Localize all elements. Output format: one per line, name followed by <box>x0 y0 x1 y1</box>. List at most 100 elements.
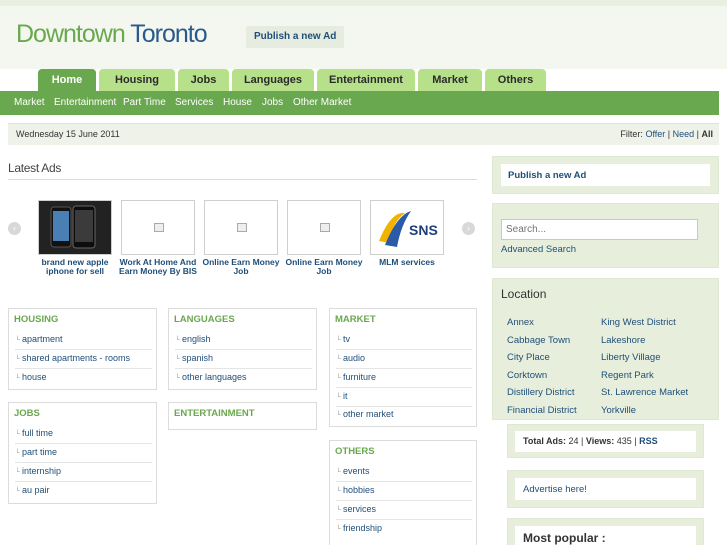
ad-thumbnail-placeholder[interactable] <box>287 200 361 255</box>
filter-need-link[interactable]: Need <box>673 129 695 139</box>
category-link[interactable]: └ part time <box>15 447 57 457</box>
bullet-icon: └ <box>336 356 341 363</box>
image-placeholder-icon <box>320 223 330 232</box>
sidebar-popular-box: Most popular : <box>507 518 704 545</box>
filter-offer-link[interactable]: Offer <box>645 129 665 139</box>
carousel-next-icon[interactable]: › <box>462 222 475 235</box>
location-link[interactable]: City Place <box>507 352 550 363</box>
phone-photo-icon <box>39 201 111 254</box>
search-input[interactable] <box>501 219 698 240</box>
site-stats: Total Ads: 24 | Views: 435 | RSS <box>523 436 658 446</box>
sidebar-advertise-box: Advertise here! <box>507 470 704 508</box>
category-link[interactable]: └ internship <box>15 466 61 476</box>
ad-thumbnail-iphone[interactable] <box>38 200 112 255</box>
category-title-jobs[interactable]: JOBS <box>14 408 40 419</box>
subnav-jobs[interactable]: Jobs <box>262 97 283 108</box>
category-title-market[interactable]: MARKET <box>335 314 376 325</box>
bullet-icon: └ <box>15 488 20 495</box>
category-link[interactable]: └ hobbies <box>336 485 375 495</box>
ad-thumbnail-placeholder[interactable] <box>121 200 195 255</box>
location-link[interactable]: Financial District <box>507 405 577 416</box>
subnav-market[interactable]: Market <box>14 97 45 108</box>
divider <box>15 462 152 463</box>
category-link[interactable]: └ other market <box>336 409 394 419</box>
category-link[interactable]: └ it <box>336 391 347 401</box>
category-link[interactable]: └ spanish <box>175 353 213 363</box>
tab-others[interactable]: Others <box>485 69 546 91</box>
location-link[interactable]: King West District <box>601 317 676 328</box>
divider <box>175 349 312 350</box>
bullet-icon: └ <box>175 375 180 382</box>
tab-home[interactable]: Home <box>38 69 96 91</box>
tab-market[interactable]: Market <box>418 69 482 91</box>
sub-navigation: Market Entertainment Part Time Services … <box>0 91 719 115</box>
bullet-icon: └ <box>336 507 341 514</box>
category-box-entertainment: ENTERTAINMENT <box>168 402 317 430</box>
advanced-search-link[interactable]: Advanced Search <box>501 244 576 255</box>
subnav-part-time[interactable]: Part Time <box>123 97 166 108</box>
category-link[interactable]: └ events <box>336 466 370 476</box>
filter-links: Filter: Offer | Need | All <box>620 129 713 139</box>
ad-title-link[interactable]: Work At Home And Earn Money By BIS <box>118 258 198 276</box>
rss-link[interactable]: RSS <box>639 436 658 446</box>
site-logo[interactable]: Downtown Toronto <box>16 20 208 49</box>
category-box-housing: HOUSING └ apartment └ shared apartments - … <box>8 308 157 390</box>
subnav-house[interactable]: House <box>223 97 252 108</box>
bullet-icon: └ <box>175 337 180 344</box>
tab-jobs[interactable]: Jobs <box>178 69 229 91</box>
location-link[interactable]: Regent Park <box>601 370 654 381</box>
location-link[interactable]: Distillery District <box>507 387 575 398</box>
category-link[interactable]: └ friendship <box>336 523 382 533</box>
location-link[interactable]: Lakeshore <box>601 335 645 346</box>
subnav-other-market[interactable]: Other Market <box>293 97 351 108</box>
category-title-languages[interactable]: LANGUAGES <box>174 314 235 325</box>
category-link[interactable]: └ furniture <box>336 372 376 382</box>
location-link[interactable]: Cabbage Town <box>507 335 570 346</box>
sidebar-publish-link[interactable]: Publish a new Ad <box>508 170 586 181</box>
location-link[interactable]: St. Lawrence Market <box>601 387 688 398</box>
advertise-link[interactable]: Advertise here! <box>523 484 587 495</box>
subnav-services[interactable]: Services <box>175 97 213 108</box>
divider <box>15 368 152 369</box>
ad-title-link[interactable]: Online Earn Money Job <box>201 258 281 276</box>
category-link[interactable]: └ audio <box>336 353 365 363</box>
bullet-icon: └ <box>336 526 341 533</box>
category-link[interactable]: └ full time <box>15 428 53 438</box>
category-link[interactable]: └ services <box>336 504 376 514</box>
category-title-housing[interactable]: HOUSING <box>14 314 58 325</box>
category-link[interactable]: └ other languages <box>175 372 247 382</box>
divider <box>336 349 472 350</box>
divider <box>336 519 472 520</box>
ad-title-link[interactable]: brand new apple iphone for sell <box>35 258 115 276</box>
most-popular-title: Most popular : <box>523 531 606 545</box>
category-link[interactable]: └ shared apartments - rooms <box>15 353 130 363</box>
location-link[interactable]: Liberty Village <box>601 352 661 363</box>
category-box-others: OTHERS └ events └ hobbies └ services └ frien… <box>329 440 477 545</box>
category-title-entertainment[interactable]: ENTERTAINMENT <box>174 408 255 419</box>
category-link[interactable]: └ house <box>15 372 47 382</box>
subnav-entertainment[interactable]: Entertainment <box>54 97 116 108</box>
location-link[interactable]: Corktown <box>507 370 547 381</box>
tab-languages[interactable]: Languages <box>232 69 314 91</box>
ad-title-link[interactable]: MLM services <box>367 258 447 267</box>
category-link[interactable]: └ au pair <box>15 485 50 495</box>
bullet-icon: └ <box>336 488 341 495</box>
category-link[interactable]: └ tv <box>336 334 350 344</box>
sidebar-stats-box: Total Ads: 24 | Views: 435 | RSS <box>507 424 704 458</box>
ad-thumbnail-placeholder[interactable] <box>204 200 278 255</box>
ad-title-link[interactable]: Online Earn Money Job <box>284 258 364 276</box>
location-link[interactable]: Annex <box>507 317 534 328</box>
divider <box>336 481 472 482</box>
tab-entertainment[interactable]: Entertainment <box>317 69 415 91</box>
category-link[interactable]: └ apartment <box>15 334 63 344</box>
tab-housing[interactable]: Housing <box>99 69 175 91</box>
bullet-icon: └ <box>15 375 20 382</box>
filter-all-link[interactable]: All <box>701 129 713 139</box>
location-link[interactable]: Yorkville <box>601 405 636 416</box>
svg-text:SNS: SNS <box>409 222 438 238</box>
category-link[interactable]: └ english <box>175 334 211 344</box>
publish-ad-button[interactable]: Publish a new Ad <box>246 26 345 48</box>
carousel-prev-icon[interactable]: ‹ <box>8 222 21 235</box>
category-title-others[interactable]: OTHERS <box>335 446 375 457</box>
ad-thumbnail-sns[interactable]: SNS <box>370 200 444 255</box>
